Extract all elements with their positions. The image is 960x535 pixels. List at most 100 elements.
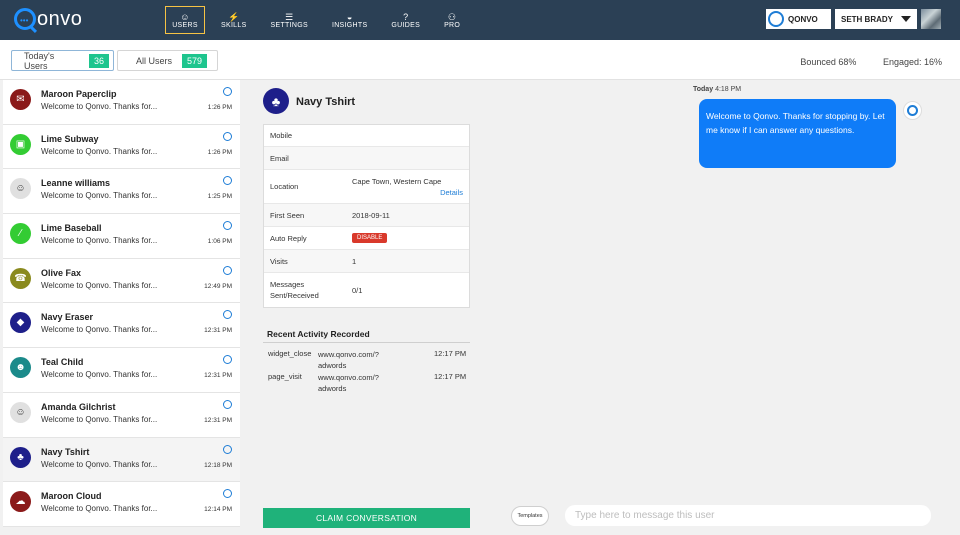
user-menu-button[interactable]: SETH BRADY — [835, 9, 917, 29]
user-last-message: Welcome to Qonvo. Thanks for... — [41, 146, 158, 156]
qonvo-status-icon — [223, 444, 232, 454]
activity-item: widget_close www.qonvo.com/? adwords 12:17 … — [268, 349, 468, 371]
user-name: Maroon Paperclip — [41, 89, 117, 99]
user-avatar-icon: ☁ — [10, 491, 31, 513]
info-value: 2018-09-11 — [352, 210, 390, 220]
user-avatar-icon: ♣ — [10, 446, 31, 468]
info-value: DISABLE — [352, 227, 469, 249]
info-label: Messages Sent/Received — [270, 280, 319, 300]
qonvo-status-icon — [223, 265, 232, 275]
user-name: Navy Eraser — [41, 312, 94, 323]
location-value: Cape Town, Western Cape — [352, 176, 442, 186]
nav-insights[interactable]: ◒ INSIGHTS — [324, 6, 375, 34]
user-name: Maroon Cloud — [41, 491, 102, 502]
activity-url-query: adwords — [318, 384, 347, 393]
nav-label: USERS — [172, 21, 198, 29]
user-last-message: Welcome to Qonvo. Thanks for... — [41, 236, 158, 246]
user-list-item[interactable]: ☁ Maroon Cloud Welcome to Qonvo. Thanks fo… — [3, 482, 240, 527]
user-list-item[interactable]: ♣ Navy Tshirt Welcome to Qonvo. Thanks for… — [3, 437, 240, 483]
user-last-message: Welcome to Qonvo. Thanks for... — [41, 280, 158, 290]
qonvo-status-icon — [223, 131, 232, 141]
user-list-item[interactable]: ∕ Lime Baseball Welcome to Qonvo. Thanks f… — [3, 214, 240, 259]
user-list-item[interactable]: ◆ Navy Eraser Welcome to Qonvo. Thanks for… — [3, 303, 240, 349]
location-details-link[interactable]: Details — [440, 188, 463, 197]
disable-auto-reply-button[interactable]: DISABLE — [352, 233, 388, 243]
activity-url-path: www.qonvo.com/? — [318, 350, 379, 359]
user-list-item[interactable]: ☎ Olive Fax Welcome to Qonvo. Thanks for..… — [3, 258, 240, 304]
nav-label: SETTINGS — [270, 21, 308, 29]
user-time: 12:31 PM — [204, 372, 232, 380]
info-label: Email — [270, 153, 289, 163]
nav-label: INSIGHTS — [331, 21, 368, 29]
info-row-mobile: Mobile — [264, 125, 469, 147]
user-time: 1:26 PM — [207, 104, 232, 111]
qonvo-bot-icon — [907, 105, 918, 116]
user-avatar-icon: ▣ — [10, 133, 31, 155]
bot-avatar — [903, 101, 922, 120]
nav-label: SKILLS — [221, 21, 247, 29]
chat-message-bubble: Welcome to Qonvo. Thanks for stopping by… — [699, 99, 896, 168]
user-name: Leanne williams — [41, 178, 111, 189]
user-last-message: Welcome to Qonvo. Thanks for... — [41, 370, 158, 380]
info-row-messages-sent-received: Messages Sent/Received 0/1 — [264, 273, 469, 307]
activity-event: page_visit — [268, 372, 302, 381]
user-last-message: Welcome to Qonvo. Thanks for... — [41, 459, 158, 469]
qonvo-status-icon — [223, 399, 232, 409]
user-name: Lime Subway — [41, 133, 99, 144]
message-input[interactable] — [565, 505, 931, 526]
user-last-message: Welcome to Qonvo. Thanks for... — [41, 102, 158, 111]
claim-conversation-button[interactable]: CLAIM CONVERSATION — [263, 508, 470, 528]
user-list-item[interactable]: ☻ Teal Child Welcome to Qonvo. Thanks for.… — [3, 348, 240, 393]
nav-skills[interactable]: ⚡ SKILLS — [213, 6, 255, 34]
activity-url-query: adwords — [318, 361, 347, 370]
templates-button[interactable]: Templates — [511, 506, 549, 526]
user-list-item[interactable]: ▣ Lime Subway Welcome to Qonvo. Thanks for… — [3, 124, 240, 170]
top-nav: ••• onvo ☺ USERS ⚡ SKILLS ☰ SETTINGS ◒ INSIGHTS… — [0, 0, 960, 40]
user-avatar-icon: ☺ — [10, 401, 31, 423]
user-avatar-icon: ☻ — [10, 357, 31, 379]
activity-divider — [263, 342, 470, 343]
profile-name: Navy Tshirt — [296, 96, 356, 108]
tab-todays-users-label: Today's Users — [24, 50, 55, 71]
engaged-stat: Engaged: 16% — [882, 57, 942, 67]
org-selector[interactable]: QONVO — [766, 9, 831, 29]
user-time: 12:31 PM — [204, 327, 232, 335]
user-avatar-icon: ☎ — [10, 267, 31, 289]
todays-users-count: 36 — [88, 53, 109, 68]
bounced-stat: Bounced 68% — [800, 57, 857, 67]
subheader: Today's Users 36 All Users 579 Bounced 6… — [0, 40, 960, 80]
qonvo-status-icon — [223, 221, 232, 231]
all-users-count: 579 — [182, 53, 208, 68]
info-row-visits: Visits 1 — [264, 250, 469, 273]
user-name: Olive Fax — [41, 267, 82, 278]
activity-time: 12:17 PM — [434, 372, 467, 381]
tab-todays-users[interactable]: Today's Users 36 — [11, 50, 114, 71]
user-list-item[interactable]: ✉ Maroon Paperclip Welcome to Qonvo. Thank… — [3, 80, 240, 125]
qonvo-status-icon — [223, 489, 232, 499]
nav-users[interactable]: ☺ USERS — [165, 6, 205, 34]
help-icon: ? — [403, 11, 409, 22]
tab-all-users[interactable]: All Users 579 — [117, 50, 218, 71]
activity-title: Recent Activity Recorded — [267, 329, 370, 339]
user-last-message: Welcome to Qonvo. Thanks for... — [41, 325, 158, 335]
user-avatar[interactable] — [921, 9, 941, 29]
info-row-auto-reply: Auto Reply DISABLE — [264, 227, 469, 250]
nav-settings[interactable]: ☰ SETTINGS — [263, 6, 316, 34]
chat-time: 4:18 PM — [715, 86, 742, 93]
info-row-email: Email — [264, 147, 469, 170]
info-label: Location — [270, 182, 299, 191]
user-name: SETH BRADY — [841, 14, 894, 24]
nav-pro[interactable]: ⚇ PRO — [436, 6, 468, 34]
info-value — [352, 147, 469, 169]
user-time: 12:31 PM — [204, 416, 232, 424]
user-list-item[interactable]: ☺ Amanda Gilchrist Welcome to Qonvo. Thank… — [3, 392, 240, 438]
chat-timestamp: Today 4:18 PM — [693, 86, 741, 93]
qonvo-status-icon — [223, 310, 232, 320]
user-avatar-icon: ☺ — [10, 178, 31, 200]
user-time: 1:26 PM — [207, 148, 232, 156]
user-avatar-icon: ◆ — [10, 312, 31, 334]
qonvo-logo[interactable]: ••• onvo — [14, 6, 82, 32]
nav-guides[interactable]: ? GUIDES — [383, 6, 428, 34]
user-list-item[interactable]: ☺ Leanne williams Welcome to Qonvo. Thanks… — [3, 169, 240, 215]
activity-event: widget_close — [268, 349, 312, 358]
